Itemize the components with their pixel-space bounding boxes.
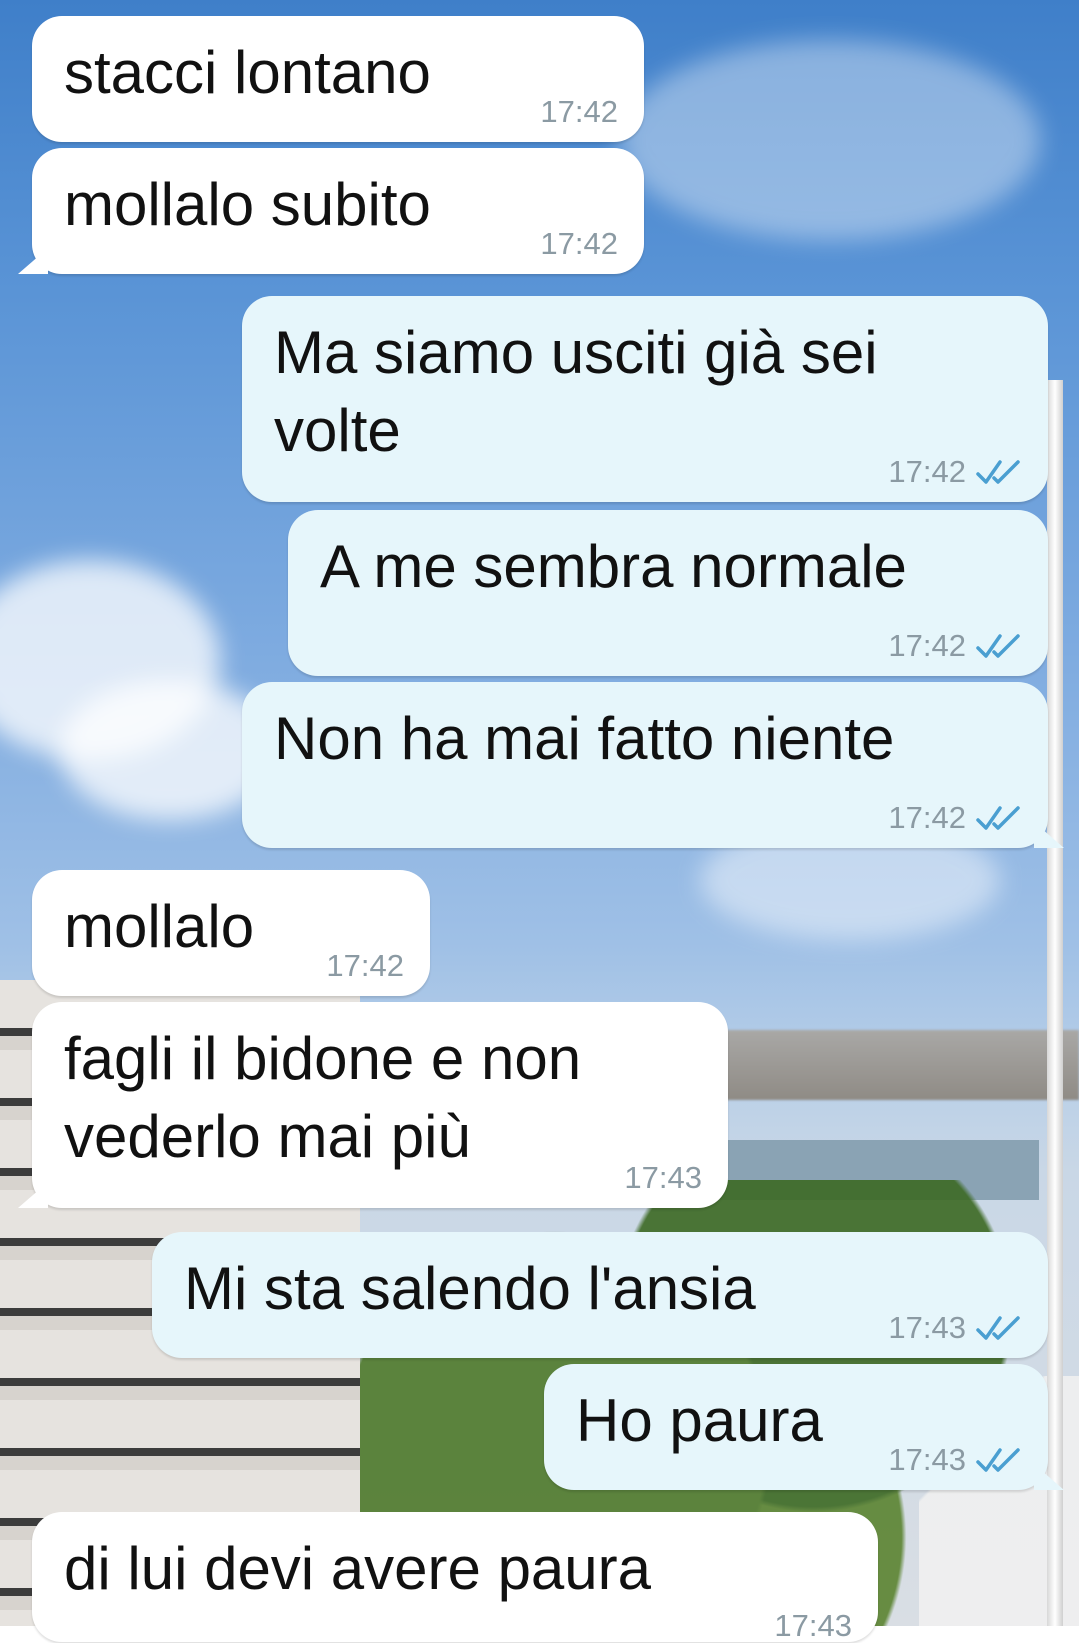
read-double-check-icon (976, 460, 1020, 484)
message-time: 17:43 (624, 1160, 702, 1195)
read-double-check-icon (976, 1316, 1020, 1340)
message-time: 17:42 (326, 948, 404, 983)
message-meta: 17:43 (888, 1312, 1022, 1344)
message-meta: 17:42 (326, 950, 404, 982)
message-text: Ma siamo usciti già sei volte (274, 319, 895, 464)
bubble-tail (18, 248, 48, 274)
message-meta: 17:43 (774, 1610, 852, 1642)
message-meta: 17:42 (888, 630, 1022, 662)
message-outgoing[interactable]: Ho paura 17:43 (544, 1364, 1064, 1490)
message-time: 17:42 (888, 628, 966, 663)
message-incoming[interactable]: fagli il bidone e non vederlo mai più 17… (18, 1002, 728, 1208)
read-double-check-icon (976, 1448, 1020, 1472)
message-text: A me sembra normale (320, 533, 907, 600)
message-outgoing[interactable]: Non ha mai fatto niente 17:42 (242, 682, 1064, 848)
message-meta: 17:43 (624, 1162, 702, 1194)
message-meta: 17:42 (888, 802, 1022, 834)
message-time: 17:42 (540, 226, 618, 261)
read-double-check-icon (976, 806, 1020, 830)
message-time: 17:42 (540, 94, 618, 129)
message-incoming[interactable]: stacci lontano 17:42 (32, 16, 644, 142)
message-outgoing[interactable]: Ma siamo usciti già sei volte 17:42 (242, 296, 1048, 502)
message-outgoing[interactable]: A me sembra normale 17:42 (288, 510, 1048, 676)
bubble-tail (18, 1182, 48, 1208)
message-text: mollalo subito (64, 171, 431, 238)
message-time: 17:43 (888, 1442, 966, 1477)
chat-thread[interactable]: stacci lontano 17:42 mollalo subito 17:4… (0, 0, 1079, 1642)
message-meta: 17:42 (888, 456, 1022, 488)
message-time: 17:42 (888, 454, 966, 489)
read-double-check-icon (976, 634, 1020, 658)
message-incoming[interactable]: mollalo 17:42 (32, 870, 430, 996)
message-incoming[interactable]: di lui devi avere paura 17:43 (32, 1512, 878, 1642)
bubble-tail (1034, 1464, 1064, 1490)
message-text: di lui devi avere paura (64, 1535, 652, 1602)
message-outgoing[interactable]: Mi sta salendo l'ansia 17:43 (152, 1232, 1048, 1358)
message-text: stacci lontano (64, 39, 431, 106)
message-text: Non ha mai fatto niente (274, 705, 895, 772)
message-meta: 17:42 (540, 228, 618, 260)
bubble-tail (1034, 822, 1064, 848)
message-incoming[interactable]: mollalo subito 17:42 (18, 148, 644, 274)
message-meta: 17:42 (540, 96, 618, 128)
message-time: 17:43 (774, 1608, 852, 1643)
message-time: 17:43 (888, 1310, 966, 1345)
message-meta: 17:43 (888, 1444, 1022, 1476)
message-text: fagli il bidone e non vederlo mai più (64, 1025, 598, 1170)
message-time: 17:42 (888, 800, 966, 835)
